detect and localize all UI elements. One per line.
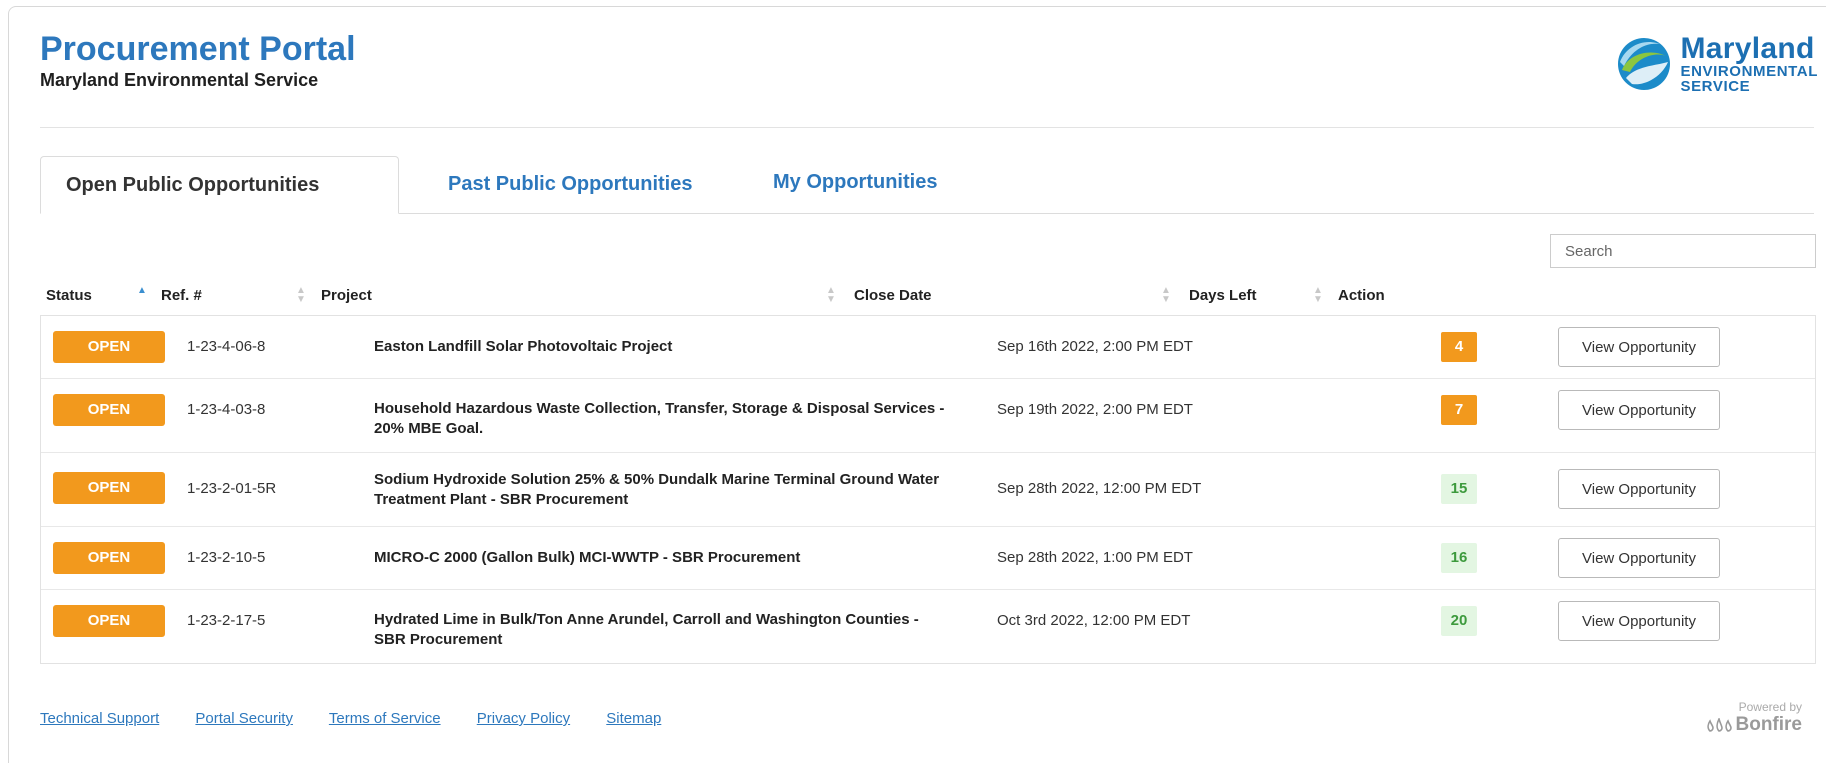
view-opportunity-button[interactable]: View Opportunity	[1558, 469, 1720, 509]
view-opportunity-button[interactable]: View Opportunity	[1558, 601, 1720, 641]
close-date: Sep 19th 2022, 2:00 PM EDT	[997, 401, 1193, 418]
table-row: OPEN 1-23-2-17-5 Hydrated Lime in Bulk/T…	[41, 589, 1815, 663]
column-header-status[interactable]: Status	[46, 287, 92, 304]
bonfire-flames-icon	[1706, 718, 1732, 732]
sort-arrows-icon[interactable]: ▲ ▼	[1313, 286, 1323, 305]
opportunities-table: Status ▲ Ref. # ▲ ▼ Project ▲ ▼ Close Date…	[40, 275, 1816, 664]
logo-text-environmental: ENVIRONMENTAL	[1680, 63, 1818, 80]
table-row: OPEN 1-23-4-06-8 Easton Landfill Solar P…	[41, 316, 1815, 378]
footer-link-portal-security[interactable]: Portal Security	[195, 710, 293, 727]
mes-swirl-logo-icon	[1618, 38, 1671, 90]
project-name: Sodium Hydroxide Solution 25% & 50% Dund…	[374, 471, 940, 508]
sort-arrows-icon[interactable]: ▲ ▼	[826, 286, 836, 305]
page-header: Procurement Portal Maryland Environmenta…	[40, 30, 356, 91]
days-left-badge: 4	[1441, 332, 1477, 362]
column-header-close-date[interactable]: Close Date	[854, 287, 932, 304]
column-header-days-left[interactable]: Days Left	[1189, 287, 1257, 304]
ref-number: 1-23-4-03-8	[187, 401, 266, 418]
view-opportunity-button[interactable]: View Opportunity	[1558, 390, 1720, 430]
logo-text-maryland: Maryland	[1680, 32, 1815, 65]
tab-open-public-opportunities[interactable]: Open Public Opportunities	[40, 156, 399, 214]
search-input[interactable]	[1550, 234, 1816, 268]
table-body: OPEN 1-23-4-06-8 Easton Landfill Solar P…	[40, 316, 1816, 664]
footer-link-sitemap[interactable]: Sitemap	[606, 710, 661, 727]
powered-by-label: Powered by	[1738, 700, 1802, 714]
project-name: Household Hazardous Waste Collection, Tr…	[374, 400, 945, 437]
tab-bar: Open Public Opportunities Past Public Op…	[40, 156, 1814, 214]
status-badge: OPEN	[53, 394, 165, 426]
column-header-ref[interactable]: Ref. #	[161, 287, 202, 304]
days-left-badge: 7	[1441, 395, 1477, 425]
column-header-action: Action	[1338, 287, 1385, 304]
page-title: Procurement Portal	[40, 30, 356, 68]
sort-arrows-icon[interactable]: ▲	[137, 286, 147, 296]
tab-past-public-opportunities[interactable]: Past Public Opportunities	[423, 156, 717, 212]
status-badge: OPEN	[53, 472, 165, 504]
status-badge: OPEN	[53, 542, 165, 574]
table-row: OPEN 1-23-4-03-8 Household Hazardous Was…	[41, 378, 1815, 452]
status-badge: OPEN	[53, 605, 165, 637]
days-left-badge: 16	[1441, 543, 1477, 573]
table-row: OPEN 1-23-2-10-5 MICRO-C 2000 (Gallon Bu…	[41, 526, 1815, 589]
project-name: Easton Landfill Solar Photovoltaic Proje…	[374, 338, 673, 355]
header-divider	[40, 127, 1814, 128]
project-name: Hydrated Lime in Bulk/Ton Anne Arundel, …	[374, 611, 919, 648]
ref-number: 1-23-4-06-8	[187, 338, 266, 355]
mes-logo: Maryland ENVIRONMENTAL SERVICE	[1616, 34, 1818, 94]
close-date: Sep 16th 2022, 2:00 PM EDT	[997, 338, 1193, 355]
bonfire-brand: Bonfire	[1706, 714, 1803, 736]
close-date: Sep 28th 2022, 1:00 PM EDT	[997, 549, 1193, 566]
days-left-badge: 15	[1441, 474, 1477, 504]
tab-my-opportunities[interactable]: My Opportunities	[748, 156, 962, 208]
footer-link-terms-of-service[interactable]: Terms of Service	[329, 710, 441, 727]
ref-number: 1-23-2-17-5	[187, 612, 266, 629]
ref-number: 1-23-2-10-5	[187, 549, 266, 566]
view-opportunity-button[interactable]: View Opportunity	[1558, 327, 1720, 367]
footer-link-technical-support[interactable]: Technical Support	[40, 710, 159, 727]
column-header-project[interactable]: Project	[321, 287, 372, 304]
close-date: Sep 28th 2022, 12:00 PM EDT	[997, 480, 1202, 497]
table-header: Status ▲ Ref. # ▲ ▼ Project ▲ ▼ Close Date…	[40, 275, 1816, 316]
ref-number: 1-23-2-01-5R	[187, 480, 277, 497]
logo-text-service: SERVICE	[1680, 78, 1751, 95]
sort-arrows-icon[interactable]: ▲ ▼	[1161, 286, 1171, 305]
footer-link-privacy-policy[interactable]: Privacy Policy	[477, 710, 570, 727]
status-badge: OPEN	[53, 331, 165, 363]
days-left-badge: 20	[1441, 606, 1477, 636]
powered-by-bonfire[interactable]: Powered by Bonfire	[1706, 700, 1803, 736]
project-name: MICRO-C 2000 (Gallon Bulk) MCI-WWTP - SB…	[374, 549, 801, 566]
page-subtitle: Maryland Environmental Service	[40, 70, 319, 90]
close-date: Oct 3rd 2022, 12:00 PM EDT	[997, 612, 1191, 629]
bonfire-brand-name: Bonfire	[1735, 714, 1803, 735]
view-opportunity-button[interactable]: View Opportunity	[1558, 538, 1720, 578]
footer-links: Technical Support Portal Security Terms …	[40, 710, 693, 727]
table-row: OPEN 1-23-2-01-5R Sodium Hydroxide Solut…	[41, 452, 1815, 526]
sort-arrows-icon[interactable]: ▲ ▼	[296, 286, 306, 305]
